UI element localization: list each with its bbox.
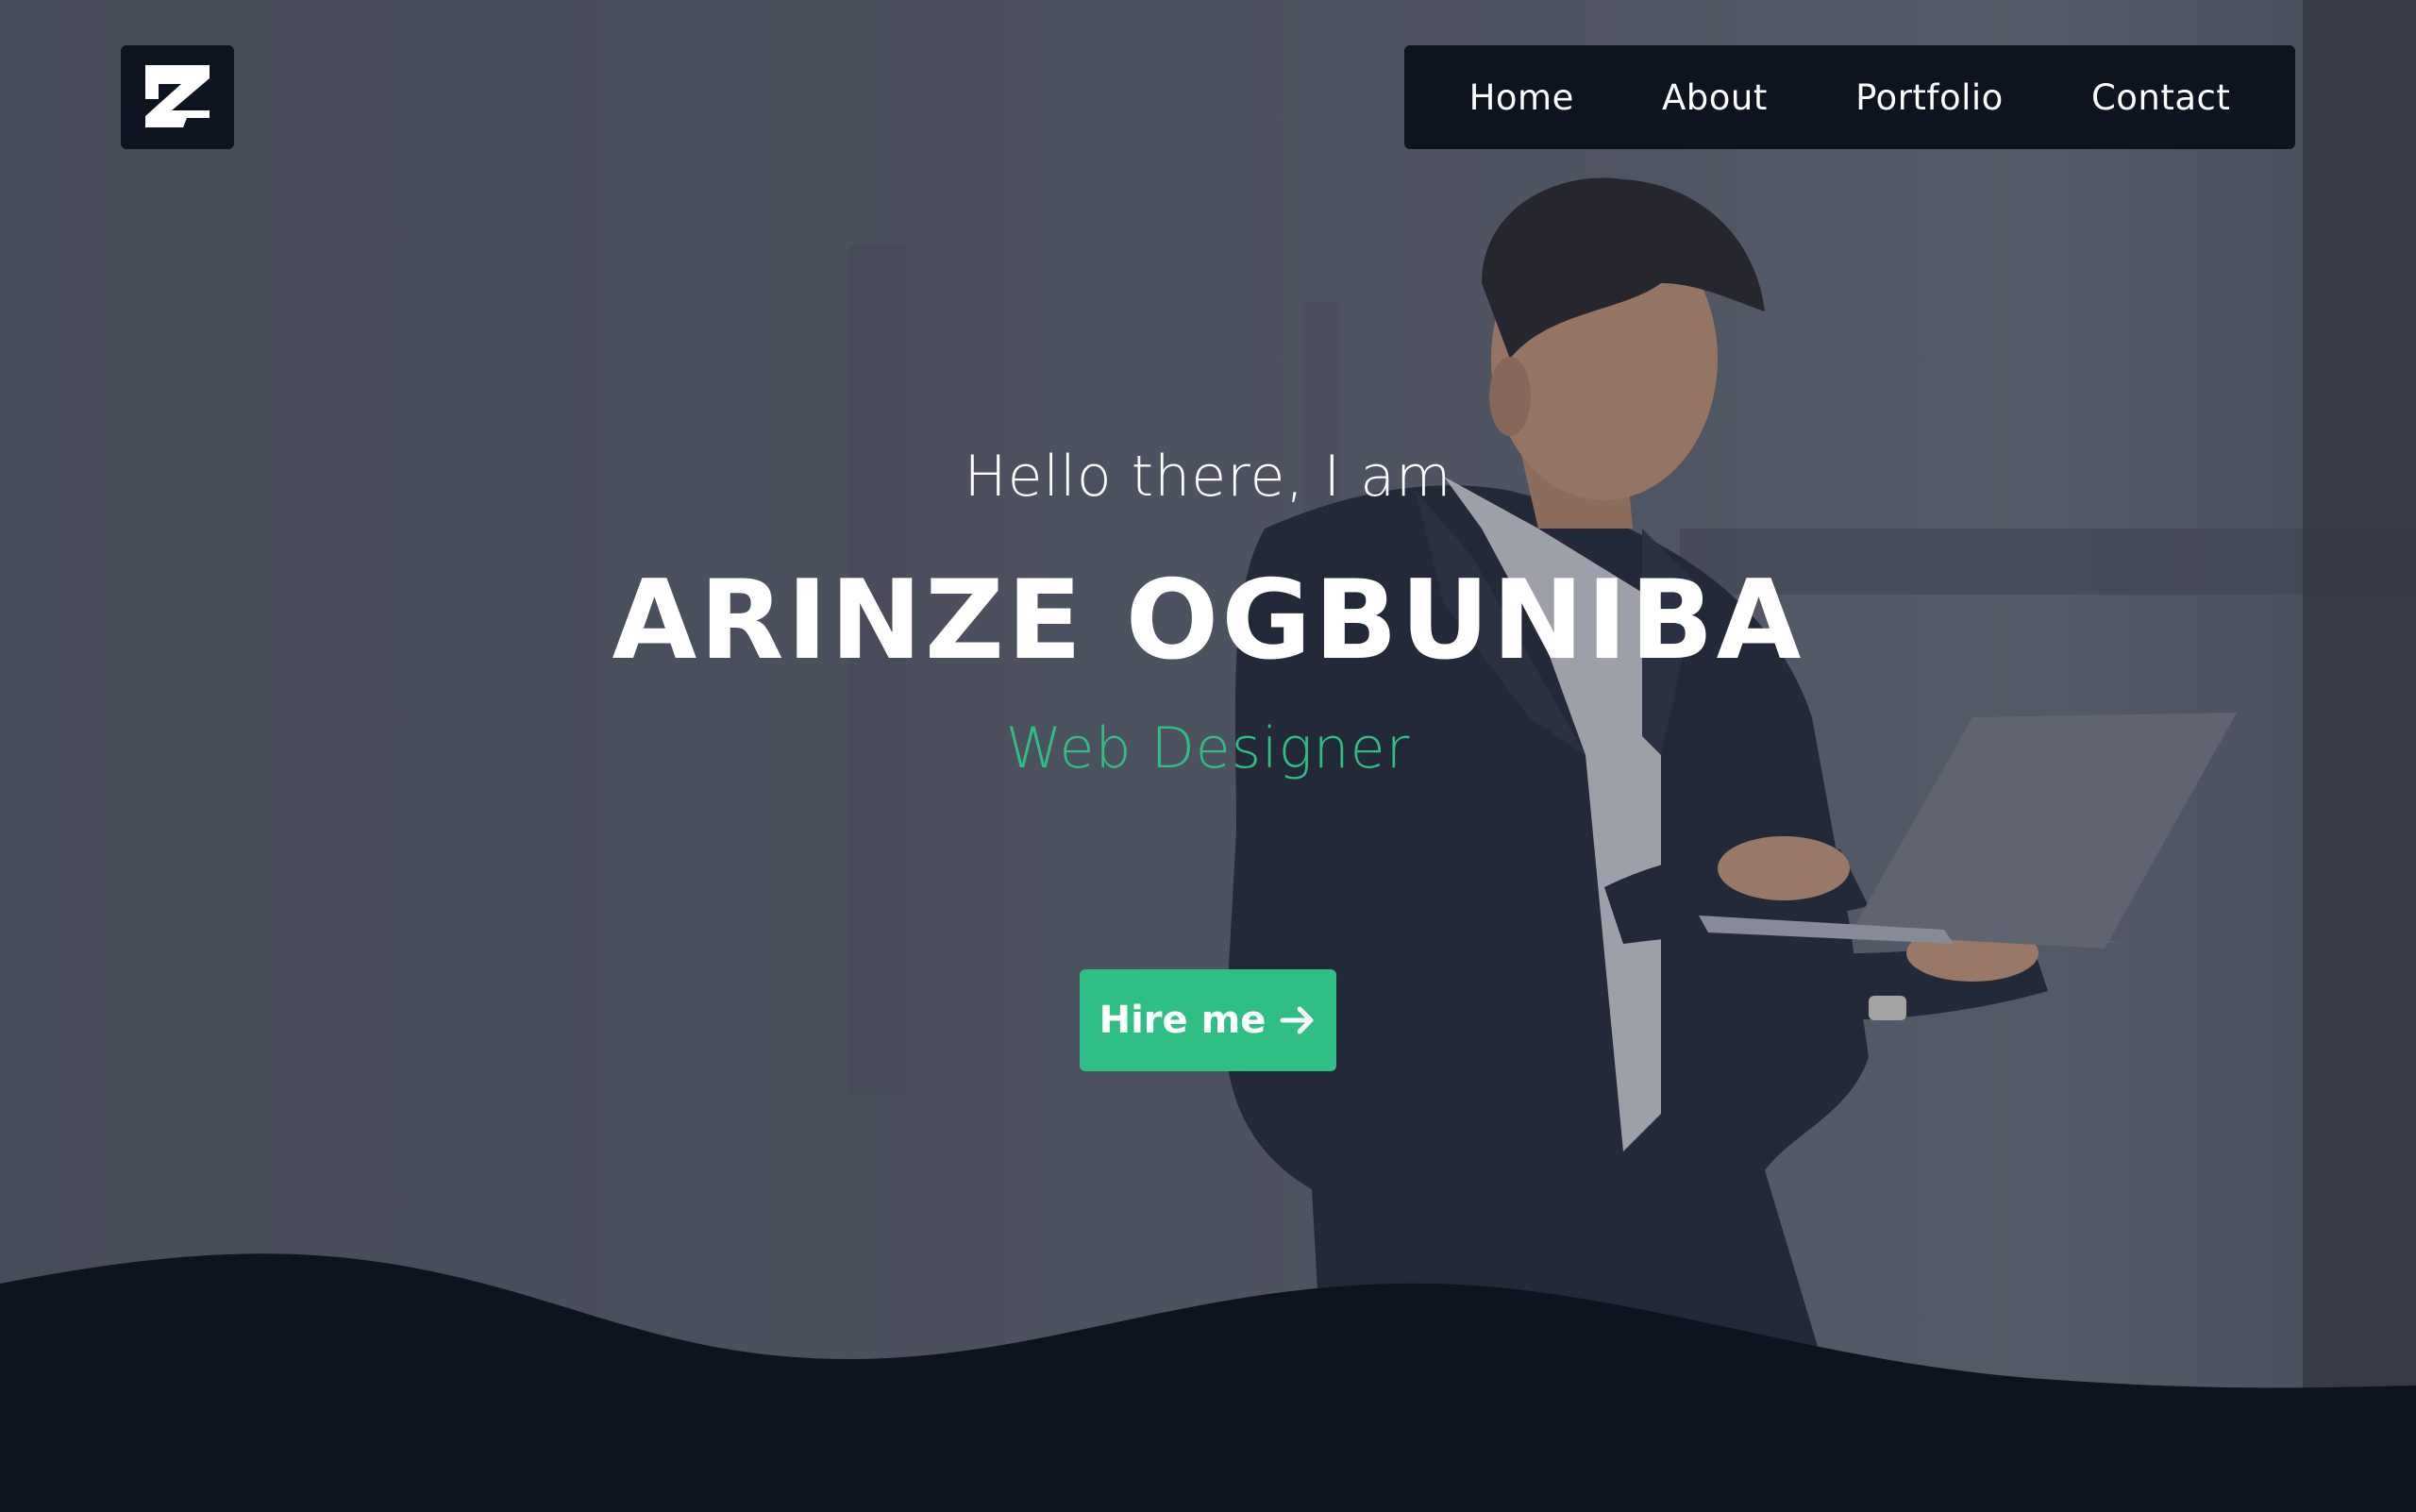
hero-section: Home About Portfolio Contact Hello there… (0, 0, 2416, 1512)
bottom-wave-divider (0, 1253, 2416, 1512)
brand-logo[interactable] (121, 45, 234, 149)
hire-me-label: Hire me (1099, 999, 1267, 1042)
arrow-right-icon (1280, 1006, 1314, 1034)
nav-item-home[interactable]: Home (1469, 77, 1574, 118)
nav-item-about[interactable]: About (1662, 77, 1768, 118)
nav-item-contact[interactable]: Contact (2091, 77, 2230, 118)
hero-role: Web Designer (1005, 715, 1411, 781)
nav-item-portfolio[interactable]: Portfolio (1855, 77, 2004, 118)
hire-me-button[interactable]: Hire me (1080, 969, 1336, 1071)
hero-greeting: Hello there, I am (964, 444, 1452, 510)
brand-logo-icon (145, 65, 215, 127)
main-nav: Home About Portfolio Contact (1404, 45, 2295, 149)
hero-name: ARINZE OGBUNIBA (612, 557, 1804, 684)
